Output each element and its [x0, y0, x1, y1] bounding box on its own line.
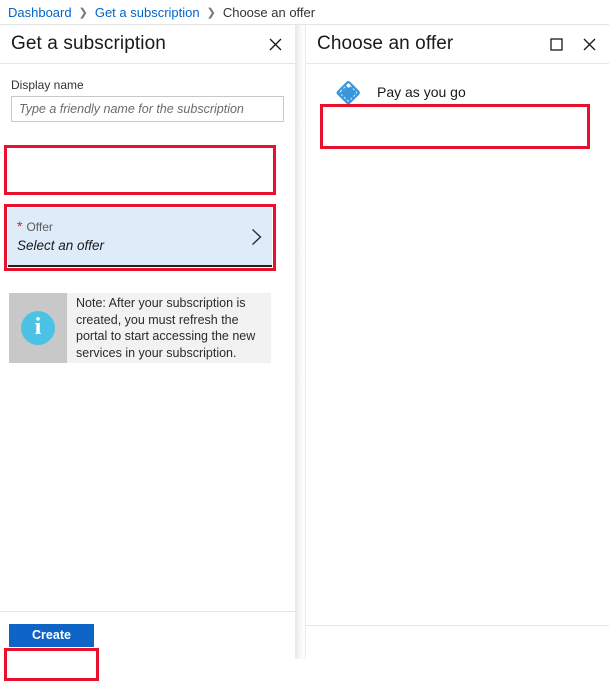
price-tag-icon: [334, 77, 364, 107]
offer-label-row: * Offer: [17, 217, 251, 234]
breadcrumb-separator-icon: ❯: [206, 6, 216, 19]
info-icon-wrapper: i: [9, 311, 67, 345]
chevron-right-icon: [251, 228, 262, 246]
right-blade-footer: [306, 625, 609, 659]
offer-item-label: Pay as you go: [377, 83, 466, 100]
required-marker-icon: *: [17, 217, 23, 234]
right-blade-body: Pay as you go: [306, 64, 609, 625]
breadcrumb: Dashboard ❯ Get a subscription ❯ Choose …: [0, 0, 609, 25]
blade-divider: [296, 25, 305, 659]
right-panel-title: Choose an offer: [317, 33, 454, 54]
display-name-field-group: Display name: [0, 64, 295, 122]
annotation-box-display-name: [4, 145, 276, 195]
breadcrumb-item-get-a-subscription[interactable]: Get a subscription: [95, 5, 200, 20]
info-note: i Note: After your subscription is creat…: [9, 293, 271, 363]
offer-label: Offer: [26, 219, 53, 234]
offer-selector[interactable]: * Offer Select an offer: [8, 208, 272, 267]
offer-list: Pay as you go: [306, 64, 609, 110]
breadcrumb-item-choose-an-offer: Choose an offer: [222, 4, 316, 20]
breadcrumb-item-dashboard[interactable]: Dashboard: [8, 5, 72, 20]
create-button[interactable]: Create: [9, 624, 94, 647]
breadcrumb-separator-icon: ❯: [78, 6, 88, 19]
left-blade-body: Display name * Offer Select an offer: [0, 64, 295, 611]
close-icon[interactable]: [265, 34, 285, 54]
left-blade-actions: [265, 34, 285, 54]
list-item[interactable]: Pay as you go: [330, 73, 595, 110]
get-a-subscription-blade: Get a subscription Display name Type a f…: [0, 25, 296, 659]
display-name-input[interactable]: [11, 96, 284, 122]
left-blade-header: Get a subscription: [0, 25, 295, 64]
choose-an-offer-blade: Choose an offer Pay as you go: [305, 25, 609, 659]
page-title: Get a subscription: [11, 33, 166, 54]
right-blade-actions: [546, 34, 599, 54]
info-icon: i: [21, 311, 55, 345]
offer-value: Select an offer: [17, 237, 105, 253]
offer-selector-texts: * Offer Select an offer: [17, 217, 251, 254]
maximize-icon[interactable]: [546, 34, 566, 54]
close-icon[interactable]: [579, 34, 599, 54]
left-blade-footer: Create: [0, 611, 295, 659]
blade-container: Get a subscription Display name Type a f…: [0, 25, 609, 681]
right-blade-header: Choose an offer: [306, 25, 609, 64]
display-name-label: Display name: [11, 78, 84, 92]
info-note-text: Note: After your subscription is created…: [67, 293, 271, 363]
